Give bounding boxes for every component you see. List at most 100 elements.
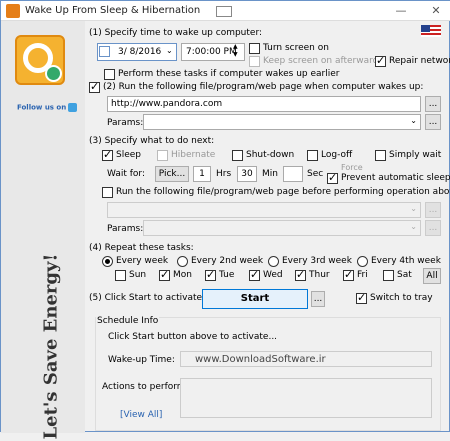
day-thur-checkbox[interactable] [295, 268, 306, 281]
prevent-sleep-checkbox[interactable] [327, 171, 338, 184]
day-tue-label: Tue [219, 270, 235, 280]
day-thur-label: Thur [309, 270, 330, 280]
hours-value: 1 [199, 169, 205, 179]
us-flag-icon[interactable] [421, 25, 441, 37]
minutes-value: 30 [241, 169, 253, 179]
wake-up-time-label: Wake-up Time: [108, 355, 175, 365]
schedule-hint: Click Start button above to activate... [108, 332, 278, 342]
run-before-field[interactable]: ⌄ [107, 202, 421, 218]
day-mon-checkbox[interactable] [159, 268, 170, 281]
wait-for-label: Wait for: [107, 169, 145, 179]
minimize-button[interactable]: — [391, 3, 411, 19]
slogan-text: Let's Save Energy! [40, 253, 62, 440]
browse-params-button[interactable]: ... [425, 114, 441, 130]
all-days-button[interactable]: All [423, 268, 441, 284]
title-bar: Wake Up From Sleep & Hibernation — ✕ [1, 1, 450, 21]
turn-screen-on-checkbox[interactable] [249, 43, 260, 54]
app-window: Wake Up From Sleep & Hibernation — ✕ Fol… [0, 0, 450, 440]
date-enable-checkbox[interactable] [99, 46, 110, 57]
every-week-radio[interactable] [102, 256, 113, 267]
sidebar: Follow us on Let's Save Energy! [1, 21, 85, 440]
shutdown-checkbox[interactable] [232, 150, 243, 161]
app-logo-icon [15, 35, 65, 85]
run-program-checkbox[interactable] [89, 80, 100, 93]
section5-label: (5) Click Start to activate: [89, 293, 206, 303]
every-3rd-week-radio[interactable] [268, 256, 279, 267]
sleep-checkbox[interactable] [102, 148, 113, 161]
every-4th-week-radio[interactable] [357, 256, 368, 267]
day-wed-label: Wed [263, 270, 283, 280]
logoff-label: Log-off [321, 150, 353, 160]
time-spinner-icon[interactable]: ▲ ▼ [233, 43, 238, 59]
browse-params-before-button[interactable]: ... [425, 220, 441, 236]
simply-wait-label: Simply wait [389, 150, 442, 160]
window-title: Wake Up From Sleep & Hibernation [25, 5, 201, 16]
date-picker[interactable]: 3/ 8/2016 ⌄ [97, 43, 177, 61]
wake-up-time-value: www.DownloadSoftware.ir [195, 354, 326, 365]
follow-us[interactable]: Follow us on [17, 103, 78, 112]
chevron-down-icon[interactable]: ⌄ [410, 204, 417, 213]
app-icon [6, 4, 20, 18]
seconds-field[interactable] [283, 166, 303, 182]
schedule-info-title: Schedule Info [96, 316, 160, 326]
day-sat-label: Sat [397, 270, 412, 280]
run-before-checkbox[interactable] [102, 187, 113, 198]
every-2nd-week-radio[interactable] [177, 256, 188, 267]
keep-screen-on-checkbox[interactable] [249, 56, 260, 67]
keep-screen-on-label: Keep screen on afterwards [263, 56, 384, 66]
params-before-label: Params: [107, 224, 144, 234]
hours-field[interactable]: 1 [193, 166, 211, 182]
perform-earlier-checkbox[interactable] [104, 69, 115, 80]
minutes-field[interactable]: 30 [237, 166, 257, 182]
hrs-label: Hrs [216, 169, 232, 179]
actions-field [180, 378, 432, 418]
params-field[interactable]: ⌄ [143, 114, 421, 130]
params-before-field[interactable]: ⌄ [143, 220, 421, 236]
main-panel: (1) Specify time to wake up computer: 3/… [85, 21, 450, 433]
prevent-sleep-label: Prevent automatic sleep [341, 173, 450, 183]
every-week-label: Every week [116, 256, 169, 266]
repair-network-checkbox[interactable] [375, 54, 386, 67]
date-value: 3/ 8/2016 [118, 47, 162, 57]
section1-label: (1) Specify time to wake up computer: [89, 28, 263, 38]
start-button[interactable]: Start [202, 289, 308, 309]
shutdown-label: Shut-down [246, 150, 295, 160]
schedule-info-group: Schedule Info Click Start button above t… [95, 316, 441, 431]
every-2nd-week-label: Every 2nd week [191, 256, 264, 266]
pick-button[interactable]: Pick... [155, 166, 189, 182]
program-url-field[interactable]: http://www.pandora.com [107, 96, 421, 112]
chevron-down-icon[interactable]: ⌄ [410, 116, 417, 125]
more-options-button[interactable]: ... [311, 291, 325, 307]
logoff-checkbox[interactable] [307, 150, 318, 161]
slogan: Let's Save Energy! [21, 253, 81, 441]
force-label: Force [341, 163, 363, 172]
turn-screen-on-label: Turn screen on [263, 43, 329, 53]
day-fri-checkbox[interactable] [343, 268, 354, 281]
every-3rd-week-label: Every 3rd week [282, 256, 352, 266]
params-label: Params: [107, 118, 144, 128]
perform-earlier-label: Perform these tasks if computer wakes up… [118, 69, 340, 79]
actions-label: Actions to perform: [102, 382, 189, 392]
close-button[interactable]: ✕ [426, 3, 446, 19]
program-url: http://www.pandora.com [111, 99, 223, 109]
browse-program-button[interactable]: ... [425, 96, 441, 112]
chevron-down-icon[interactable]: ⌄ [410, 222, 417, 231]
resize-icon [216, 6, 232, 17]
every-4th-week-label: Every 4th week [371, 256, 441, 266]
hibernate-label: Hibernate [171, 150, 216, 160]
section2-label: (2) Run the following file/program/web p… [103, 82, 424, 92]
repair-network-label: Repair network [389, 56, 450, 66]
simply-wait-checkbox[interactable] [375, 150, 386, 161]
day-tue-checkbox[interactable] [205, 268, 216, 281]
chevron-down-icon[interactable]: ⌄ [166, 46, 173, 55]
time-value: 7:00:00 PM [186, 47, 237, 57]
day-sat-checkbox[interactable] [383, 270, 394, 281]
browse-before-button[interactable]: ... [425, 202, 441, 218]
section3-label: (3) Specify what to do next: [89, 136, 215, 146]
view-all-link[interactable]: [View All] [120, 410, 162, 420]
hibernate-checkbox[interactable] [157, 150, 168, 161]
day-wed-checkbox[interactable] [249, 268, 260, 281]
twitter-icon[interactable] [68, 103, 78, 112]
day-sun-checkbox[interactable] [115, 270, 126, 281]
switch-tray-checkbox[interactable] [356, 291, 367, 304]
